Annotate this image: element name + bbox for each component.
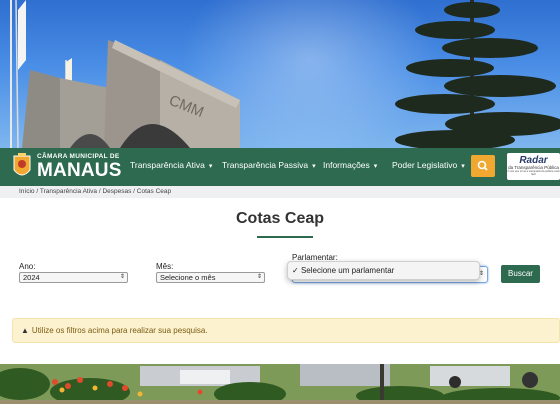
buscar-button[interactable]: Buscar (501, 265, 540, 283)
search-icon (477, 160, 488, 171)
radar-tagline: O site que torna a transparência pública… (507, 169, 560, 176)
nav-poder-legislativo[interactable]: Poder Legislativo ▾ (392, 160, 465, 170)
select-arrows-icon: ⇕ (119, 274, 125, 280)
warning-icon: ▲ (21, 326, 29, 335)
chevron-down-icon: ▾ (461, 163, 465, 170)
chevron-down-icon: ▾ (373, 163, 378, 170)
radar-transparencia-badge[interactable]: Radar da Transparência Pública O site qu… (507, 153, 560, 180)
parlamentar-dropdown-option[interactable]: ✓ Selecione um parlamentar (287, 261, 480, 280)
nav-informacoes[interactable]: Informações ▾ (323, 160, 377, 170)
ano-select[interactable]: 2024 ⇕ (19, 272, 128, 283)
hero-banner: CMM (0, 0, 560, 148)
title-divider (257, 236, 313, 238)
site-logo[interactable]: CÂMARA MUNICIPAL DE MANAUS (10, 150, 122, 184)
nav-transparencia-passiva[interactable]: Transparência Passiva ▾ (222, 160, 316, 170)
hero-photo: CMM (10, 0, 560, 148)
chevron-down-icon: ▾ (312, 163, 316, 170)
nav-transparencia-ativa[interactable]: Transparência Ativa ▾ (130, 160, 212, 170)
info-alert: ▲ Utilize os filtros acima para realizar … (12, 318, 560, 343)
mes-label: Mês: (156, 262, 174, 271)
logo-line2: MANAUS (37, 160, 122, 182)
breadcrumb[interactable]: Início / Transparência Ativa / Despesas … (0, 186, 560, 198)
page-title: Cotas Ceap (235, 210, 325, 227)
mes-select-value: Selecione o mês (160, 273, 216, 282)
check-icon: ✓ (292, 266, 299, 275)
mes-select[interactable]: Selecione o mês ⇕ (156, 272, 265, 283)
ano-select-value: 2024 (23, 273, 40, 282)
chevron-down-icon: ▾ (208, 163, 213, 170)
ano-label: Ano: (19, 262, 36, 271)
footer-garden-photo (0, 364, 560, 404)
select-arrows-icon: ⇕ (256, 274, 262, 280)
footer-photo (0, 364, 560, 404)
alert-text: Utilize os filtros acima para realizar s… (31, 326, 208, 335)
search-button[interactable] (471, 155, 495, 177)
crest-icon (13, 153, 31, 176)
